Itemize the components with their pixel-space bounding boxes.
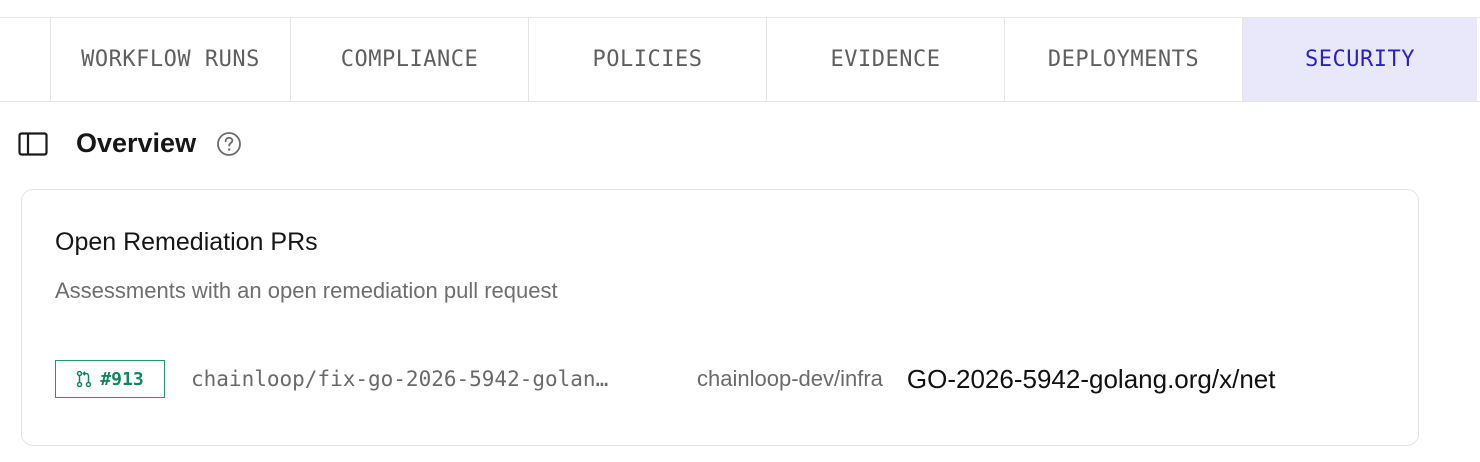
tab-compliance[interactable]: COMPLIANCE [290, 18, 528, 101]
sidebar-panel-icon[interactable] [18, 131, 48, 156]
tab-evidence[interactable]: EVIDENCE [766, 18, 1004, 101]
pr-number: #913 [100, 368, 144, 390]
top-strip [0, 0, 1480, 18]
tab-deployments[interactable]: DEPLOYMENTS [1004, 18, 1242, 101]
pr-row[interactable]: #913 chainloop/fix-go-2026-5942-golan… c… [55, 360, 1275, 398]
git-pull-request-icon [77, 370, 92, 388]
tab-workflow-runs[interactable]: WORKFLOW RUNS [50, 18, 290, 101]
card-title: Open Remediation PRs [55, 228, 318, 256]
repository-name: chainloop-dev/infra [697, 366, 883, 391]
tab-bar: WORKFLOW RUNS COMPLIANCE POLICIES EVIDEN… [0, 18, 1480, 102]
remediation-prs-card: Open Remediation PRs Assessments with an… [21, 189, 1419, 446]
branch-name: chainloop/fix-go-2026-5942-golan… [191, 367, 609, 391]
card-description: Assessments with an open remediation pul… [55, 278, 558, 303]
vulnerability-id: GO-2026-5942-golang.org/x/net [906, 363, 1276, 394]
tab-security[interactable]: SECURITY [1242, 18, 1477, 101]
page-title: Overview [76, 128, 197, 158]
overview-header: Overview [18, 128, 242, 159]
tab-policies[interactable]: POLICIES [528, 18, 766, 101]
question-circle-icon[interactable] [216, 131, 242, 157]
pr-number-badge[interactable]: #913 [55, 360, 165, 398]
